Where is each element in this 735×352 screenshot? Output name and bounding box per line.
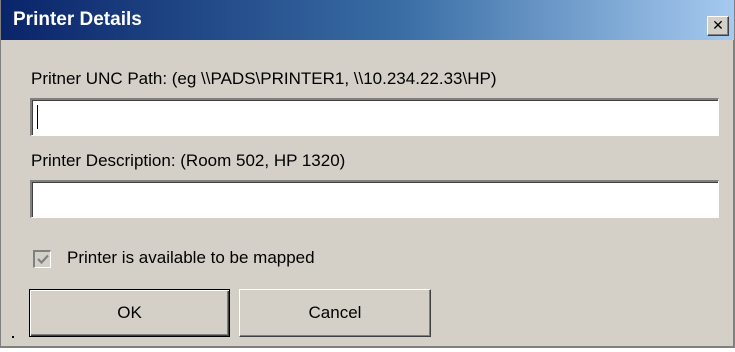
close-button[interactable]: ✕	[707, 16, 729, 36]
close-icon: ✕	[712, 18, 724, 34]
unc-path-input[interactable]	[30, 98, 719, 136]
ok-button[interactable]: OK	[29, 289, 230, 337]
mappable-checkbox[interactable]	[33, 250, 51, 268]
description-label: Printer Description: (Room 502, HP 1320)	[31, 151, 346, 170]
printer-details-dialog: Printer Details ✕ Pritner UNC Path: (eg …	[0, 0, 735, 348]
checkmark-icon	[36, 254, 49, 265]
description-input[interactable]	[30, 180, 719, 218]
stray-dot	[12, 336, 14, 338]
cancel-button[interactable]: Cancel	[239, 289, 431, 337]
unc-path-label: Pritner UNC Path: (eg \\PADS\PRINTER1, \…	[31, 69, 497, 88]
mappable-label: Printer is available to be mapped	[67, 248, 315, 267]
window-title: Printer Details	[13, 9, 142, 30]
text-caret	[37, 105, 38, 129]
title-bar[interactable]: Printer Details ✕	[1, 0, 734, 40]
